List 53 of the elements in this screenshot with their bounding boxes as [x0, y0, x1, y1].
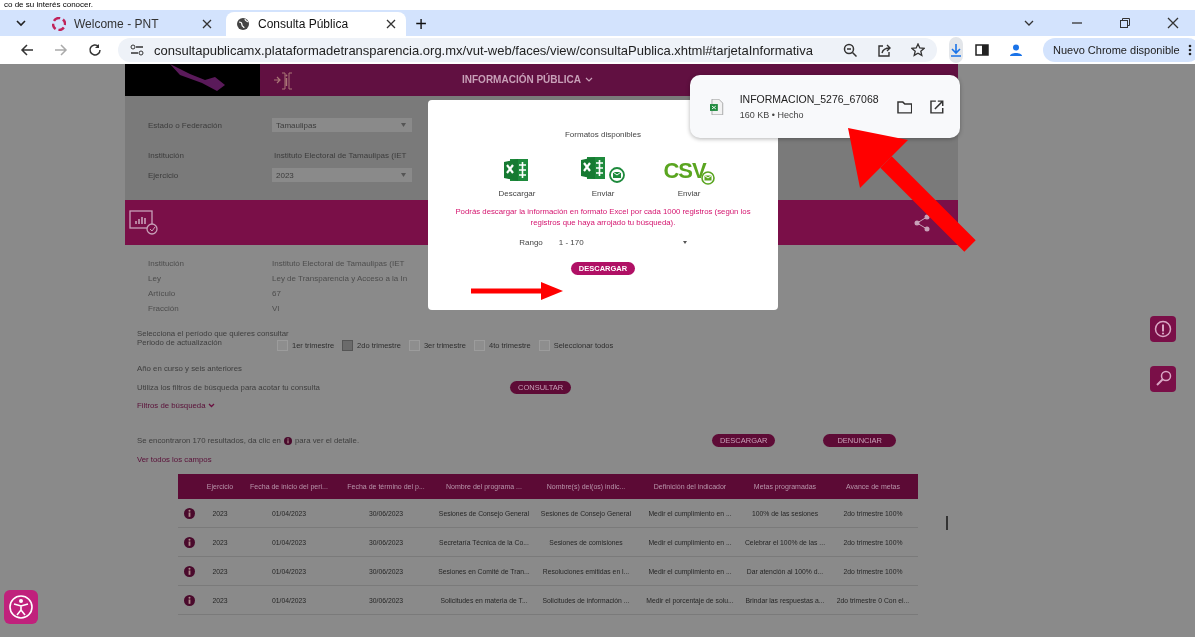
spreadsheet-icon	[504, 157, 530, 183]
caret-icon	[401, 123, 406, 127]
caret-icon	[682, 241, 687, 244]
caret-icon	[401, 173, 406, 177]
browser-tab[interactable]: Welcome - PNT	[42, 12, 222, 36]
accessibility-icon	[8, 594, 34, 620]
browser-tab[interactable]: Consulta Pública	[226, 12, 406, 36]
chart-icon	[129, 209, 159, 236]
dialog-title: Formatos disponibles	[564, 130, 641, 139]
csv-logo: CSV	[663, 159, 715, 183]
profile-icon[interactable]	[1009, 43, 1023, 57]
restore-icon[interactable]	[1119, 17, 1131, 29]
update-button[interactable]: Nuevo Chrome disponible	[1043, 38, 1195, 62]
accessibility-button[interactable]	[4, 590, 38, 624]
download-icon	[949, 43, 963, 57]
range-dropdown[interactable]: 1 - 170	[558, 238, 687, 247]
checkbox[interactable]	[342, 339, 354, 351]
caption-text: co de su interés conocer.	[4, 0, 93, 10]
file-name[interactable]: INFORMACION_5276_67068	[739, 93, 879, 106]
scrollbar-thumb[interactable]	[946, 516, 948, 530]
star-icon[interactable]	[911, 43, 925, 57]
format-option[interactable]: Descargar	[489, 153, 545, 198]
spreadsheet-file-icon	[710, 98, 724, 115]
format-option[interactable]: Enviar	[575, 153, 631, 198]
side-button[interactable]	[1150, 316, 1176, 342]
download-button[interactable]	[949, 37, 963, 63]
chevron-down-icon	[208, 403, 216, 408]
open-external-icon[interactable]	[930, 99, 944, 114]
address-bar[interactable]: consultapublicamx.plataformadetransparencia.org.mx/vut-web/faces/view/consultaPublica.xhtml#tarjetaInformativa	[118, 38, 937, 62]
range-label: Rango	[519, 238, 543, 247]
zoom-icon[interactable]	[843, 43, 857, 57]
dropdown[interactable]: Tamaulipas	[272, 118, 412, 132]
share-icon[interactable]	[914, 213, 930, 232]
close-icon[interactable]	[1167, 17, 1179, 29]
close-icon[interactable]	[202, 19, 212, 29]
side-button[interactable]	[1150, 366, 1176, 392]
reload-icon[interactable]	[88, 43, 102, 57]
globe-icon	[236, 17, 250, 31]
more-options-icon	[1187, 44, 1192, 56]
share-icon[interactable]	[877, 43, 891, 57]
side-panel-icon[interactable]	[975, 43, 989, 57]
chevron-down-icon	[584, 76, 593, 83]
menu-title[interactable]: INFORMACIÓN PÚBLICA	[462, 74, 593, 85]
close-icon[interactable]	[386, 19, 396, 29]
dropdown[interactable]: 2023	[272, 168, 412, 182]
folder-icon[interactable]	[896, 99, 913, 114]
spreadsheet-mail-icon	[581, 155, 625, 183]
format-option[interactable]: CSV Enviar	[661, 153, 717, 198]
swirl-icon	[52, 17, 66, 31]
download-status: 160 KB • Hecho	[739, 110, 805, 120]
back-arrow-icon[interactable]	[20, 43, 34, 57]
site-settings-icon[interactable]	[130, 44, 144, 56]
new-tab-button[interactable]: +	[410, 12, 432, 36]
